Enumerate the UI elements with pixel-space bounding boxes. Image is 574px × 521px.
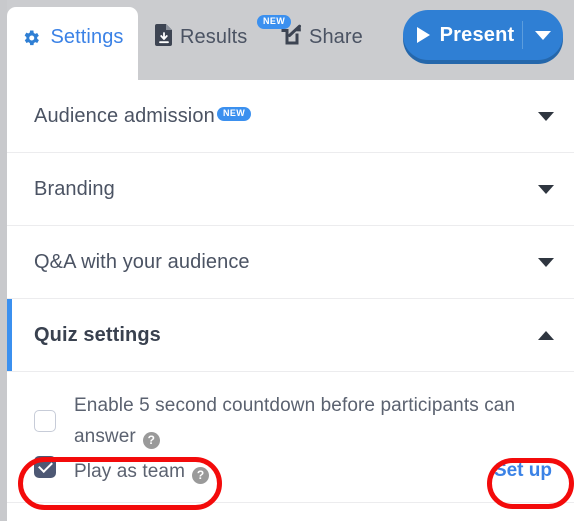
audience-admission-new-badge: NEW	[217, 107, 252, 121]
accordion-title: Audience admission	[34, 104, 215, 127]
accordion-row-quiz-settings[interactable]: Quiz settings	[7, 299, 574, 372]
play-as-team-label: Play as team?	[74, 456, 210, 487]
tab-share-label: Share	[309, 25, 363, 48]
chevron-down-icon	[535, 30, 551, 40]
accordion-title: Branding	[34, 177, 115, 200]
chevron-up-icon	[538, 330, 554, 340]
chevron-down-icon	[538, 111, 554, 121]
countdown-label-text: Enable 5 second countdown before partici…	[74, 395, 516, 447]
tab-results-label: Results	[180, 26, 248, 48]
active-section-accent-bar	[7, 299, 12, 371]
play-icon	[416, 27, 430, 43]
tab-results[interactable]: Results NEW	[155, 15, 292, 51]
settings-panel: Settings Results NEW Share Present Audie…	[0, 0, 574, 521]
tab-settings-label: Settings	[50, 26, 124, 48]
quiz-settings-body: Enable 5 second countdown before partici…	[7, 372, 574, 503]
tab-share[interactable]: Share	[281, 24, 363, 50]
tab-settings[interactable]: Settings	[7, 7, 138, 80]
set-up-link[interactable]: Set up	[494, 460, 552, 482]
present-button-label: Present	[439, 23, 515, 46]
option-enable-countdown[interactable]: Enable 5 second countdown before partici…	[34, 390, 534, 452]
accordion-row-branding[interactable]: Branding	[7, 153, 574, 226]
chevron-down-icon	[538, 184, 554, 194]
document-download-icon	[155, 24, 173, 51]
chevron-down-icon	[538, 257, 554, 267]
settings-accordion: Audience admission NEW Branding Q&A with…	[7, 80, 574, 503]
help-circle-icon[interactable]: ?	[192, 466, 210, 484]
countdown-checkbox[interactable]	[34, 410, 56, 432]
present-dropdown-toggle[interactable]	[523, 10, 563, 60]
option-play-as-team[interactable]: Play as team?	[34, 456, 210, 487]
present-button-main[interactable]: Present	[403, 10, 522, 60]
left-edge-gutter	[0, 0, 7, 521]
gear-icon	[21, 28, 41, 48]
checkmark-icon	[37, 458, 53, 474]
accordion-title: Q&A with your audience	[34, 250, 250, 273]
accordion-title: Quiz settings	[34, 323, 161, 346]
present-button[interactable]: Present	[403, 10, 563, 60]
accordion-row-audience-admission[interactable]: Audience admission NEW	[7, 80, 574, 153]
accordion-row-qa-with-your-audience[interactable]: Q&A with your audience	[7, 226, 574, 299]
share-icon	[281, 24, 302, 50]
play-as-team-label-text: Play as team	[74, 461, 186, 482]
tab-bar: Settings Results NEW Share Present	[0, 0, 574, 80]
countdown-label: Enable 5 second countdown before partici…	[74, 390, 534, 452]
help-circle-icon[interactable]: ?	[142, 431, 160, 449]
play-as-team-checkbox[interactable]	[34, 456, 56, 478]
